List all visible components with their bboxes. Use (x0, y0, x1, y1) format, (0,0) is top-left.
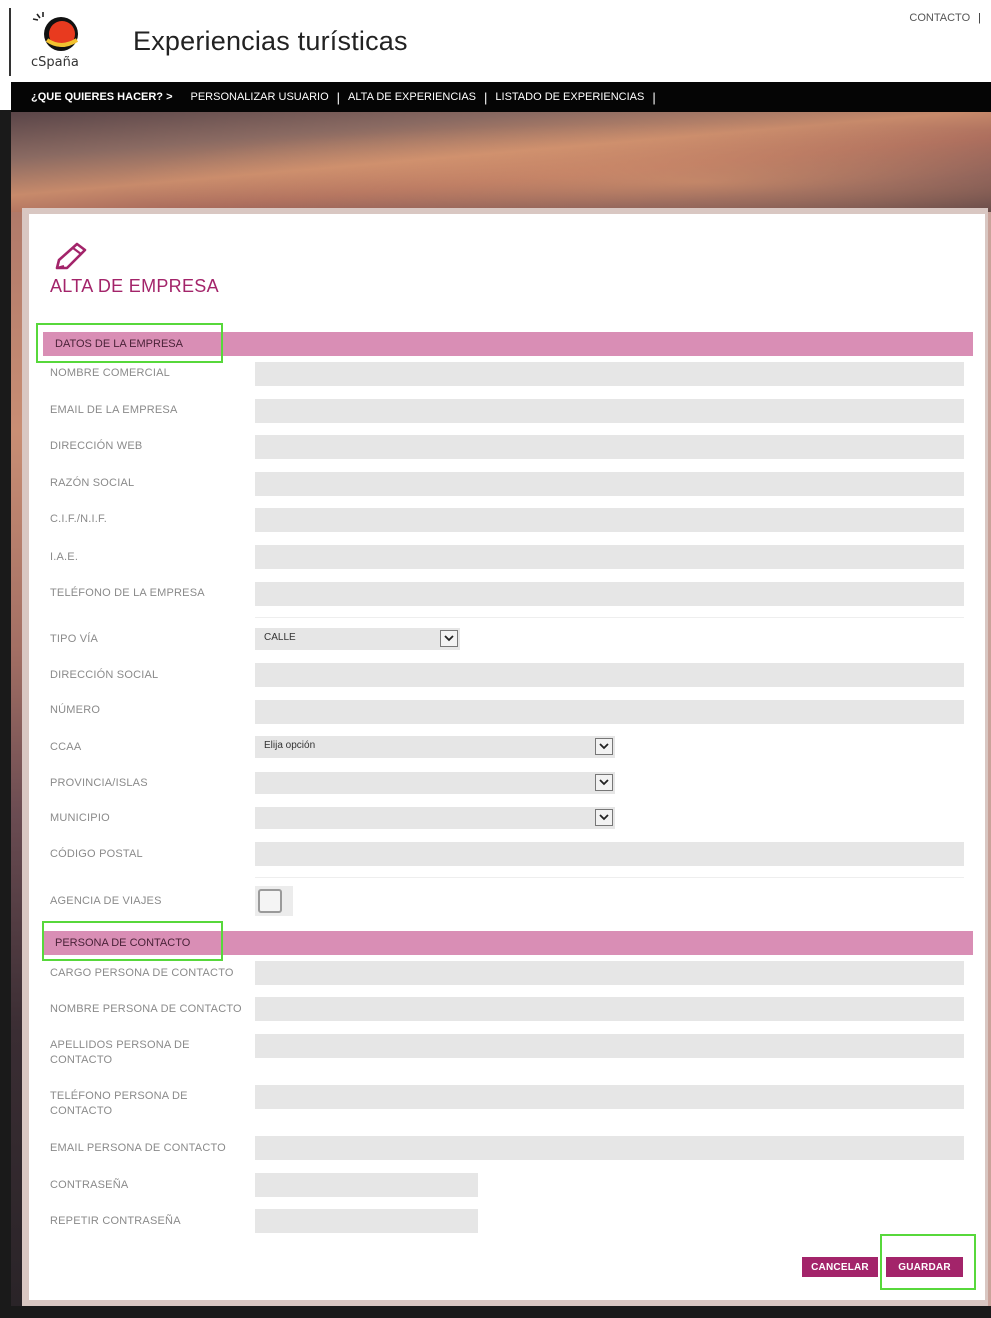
label-agencia-viajes: AGENCIA DE VIAJES (50, 895, 162, 907)
nav-item-listado-experiencias[interactable]: LISTADO DE EXPERIENCIAS (487, 91, 652, 103)
label-repetir-contrasena: REPETIR CONTRASEÑA (50, 1215, 181, 1227)
contact-link[interactable]: CONTACTO | (909, 12, 981, 24)
divider (255, 617, 964, 618)
main-nav: ¿QUE QUIERES HACER? > PERSONALIZAR USUAR… (11, 82, 991, 112)
highlight-box (36, 323, 223, 363)
iae-field[interactable] (255, 545, 964, 569)
tipo-via-selected: CALLE (264, 632, 296, 643)
repetir-contrasena-field[interactable] (255, 1209, 478, 1233)
label-email-contacto: EMAIL PERSONA DE CONTACTO (50, 1142, 226, 1154)
chevron-down-icon[interactable] (595, 809, 613, 826)
pencil-icon (55, 242, 87, 270)
provincia-select[interactable] (255, 772, 615, 794)
label-iae: I.A.E. (50, 551, 79, 563)
direccion-social-field[interactable] (255, 663, 964, 687)
nombre-contacto-field[interactable] (255, 997, 964, 1021)
label-direccion-web: DIRECCIÓN WEB (50, 440, 143, 452)
nav-question: ¿QUE QUIERES HACER? > (31, 91, 173, 103)
site-title: Experiencias turísticas (133, 26, 408, 56)
label-direccion-social: DIRECCIÓN SOCIAL (50, 669, 159, 681)
label-numero: NÚMERO (50, 704, 101, 716)
email-contacto-field[interactable] (255, 1136, 964, 1160)
ccaa-select[interactable]: Elija opción (255, 736, 615, 758)
nav-separator: | (652, 89, 656, 105)
cif-nif-field[interactable] (255, 508, 964, 532)
nav-item-personalizar-usuario[interactable]: PERSONALIZAR USUARIO (183, 91, 337, 103)
chevron-down-icon[interactable] (440, 630, 458, 647)
highlight-box (42, 921, 223, 961)
form-panel: ALTA DE EMPRESA DATOS DE LA EMPRESA NOMB… (29, 214, 985, 1300)
direccion-web-field[interactable] (255, 435, 964, 459)
razon-social-field[interactable] (255, 472, 964, 496)
label-cif-nif: C.I.F./N.I.F. (50, 513, 107, 525)
telefono-contacto-field[interactable] (255, 1085, 964, 1109)
agencia-viajes-checkbox[interactable] (258, 889, 282, 913)
spain-sun-logo-icon[interactable]: cSpaña (29, 10, 91, 72)
chevron-down-icon[interactable] (595, 774, 613, 791)
cancel-button[interactable]: CANCELAR (802, 1257, 878, 1277)
apellidos-contacto-field[interactable] (255, 1034, 964, 1058)
contrasena-field[interactable] (255, 1173, 478, 1197)
label-telefono-contacto: TELÉFONO PERSONA DE CONTACTO (50, 1090, 188, 1117)
telefono-empresa-field[interactable] (255, 582, 964, 606)
label-contrasena: CONTRASEÑA (50, 1179, 129, 1191)
label-cargo-contacto: CARGO PERSONA DE CONTACTO (50, 967, 234, 979)
page-title: ALTA DE EMPRESA (50, 276, 219, 296)
label-tipo-via: TIPO VÍA (50, 633, 99, 645)
label-nombre-contacto: NOMBRE PERSONA DE CONTACTO (50, 1003, 242, 1015)
municipio-select[interactable] (255, 807, 615, 829)
highlight-box (880, 1234, 976, 1290)
chevron-down-icon[interactable] (595, 738, 613, 755)
nombre-comercial-field[interactable] (255, 362, 964, 386)
window-left-edge-top (0, 0, 11, 110)
label-razon-social: RAZÓN SOCIAL (50, 477, 135, 489)
cargo-contacto-field[interactable] (255, 961, 964, 985)
label-municipio: MUNICIPIO (50, 812, 110, 824)
label-codigo-postal: CÓDIGO POSTAL (50, 848, 143, 860)
contact-separator: | (978, 12, 981, 24)
contact-link-label[interactable]: CONTACTO (909, 12, 970, 24)
numero-field[interactable] (255, 700, 964, 724)
site-header: cSpaña Experiencias turísticas CONTACTO | (11, 0, 991, 82)
label-apellidos-contacto: APELLIDOS PERSONA DE CONTACTO (50, 1039, 190, 1066)
nav-item-alta-experiencias[interactable]: ALTA DE EXPERIENCIAS (340, 91, 484, 103)
label-telefono-empresa: TELÉFONO DE LA EMPRESA (50, 587, 205, 599)
label-provincia: PROVINCIA/ISLAS (50, 777, 148, 789)
hero-banner (11, 112, 991, 212)
codigo-postal-field[interactable] (255, 842, 964, 866)
window-bottom-edge (0, 1306, 991, 1318)
svg-text:cSpaña: cSpaña (31, 55, 79, 70)
email-empresa-field[interactable] (255, 399, 964, 423)
label-email-empresa: EMAIL DE LA EMPRESA (50, 404, 178, 416)
ccaa-selected: Elija opción (264, 740, 316, 751)
label-ccaa: CCAA (50, 741, 82, 753)
tipo-via-select[interactable]: CALLE (255, 628, 460, 650)
window-left-edge (0, 0, 11, 1318)
label-nombre-comercial: NOMBRE COMERCIAL (50, 367, 170, 379)
divider (255, 877, 964, 878)
